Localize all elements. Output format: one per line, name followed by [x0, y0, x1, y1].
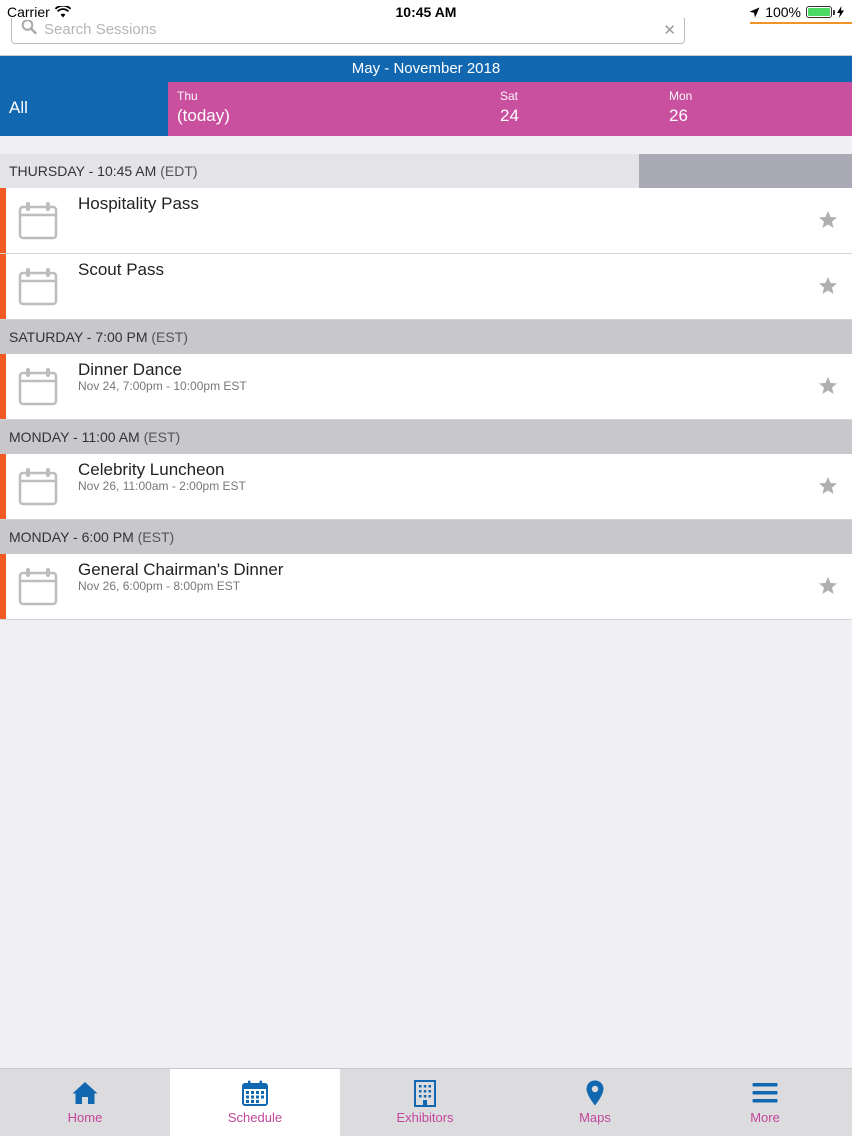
section-timezone: (EDT)	[160, 163, 198, 179]
charging-bolt-icon	[837, 6, 844, 18]
day-name: Sat	[500, 89, 519, 103]
building-icon	[414, 1080, 436, 1107]
calendar-icon	[18, 268, 58, 306]
session-title: Scout Pass	[78, 260, 164, 279]
tab-maps[interactable]: Maps	[510, 1069, 680, 1136]
tab-label: Schedule	[227, 1110, 283, 1125]
calendar-icon	[18, 568, 58, 606]
tab-label: Exhibitors	[396, 1110, 454, 1125]
favorite-star-icon[interactable]	[818, 576, 838, 596]
section-header: THURSDAY - 10:45 AM (EDT)	[0, 154, 852, 188]
tab-exhibitors[interactable]: Exhibitors	[340, 1069, 510, 1136]
session-list: THURSDAY - 10:45 AM (EDT) Hospitality Pa…	[0, 154, 852, 620]
day-number: 26	[669, 106, 688, 125]
session-title: General Chairman's Dinner	[78, 560, 284, 579]
tab-bar: Home Schedule Exhibitors Maps More	[0, 1068, 852, 1136]
session-row[interactable]: Scout Pass	[0, 254, 852, 320]
favorite-star-icon[interactable]	[818, 276, 838, 296]
session-row[interactable]: Dinner Dance Nov 24, 7:00pm - 10:00pm ES…	[0, 354, 852, 420]
day-tab-thu[interactable]: Thu (today)	[177, 89, 230, 126]
search-box[interactable]: ✕	[11, 18, 685, 44]
date-header: May - November 2018 All Thu (today) Sat …	[0, 56, 852, 136]
session-time: Nov 26, 6:00pm - 8:00pm EST	[78, 579, 241, 593]
session-title: Celebrity Luncheon	[78, 460, 225, 479]
tab-label: More	[750, 1110, 780, 1125]
session-title: Hospitality Pass	[78, 194, 199, 213]
section-header: MONDAY - 11:00 AM (EST)	[0, 420, 852, 454]
calendar-icon	[18, 468, 58, 506]
session-row[interactable]: Hospitality Pass	[0, 188, 852, 254]
day-number: 24	[500, 106, 519, 125]
day-number: (today)	[177, 106, 230, 125]
calendar-icon	[18, 368, 58, 406]
section-header: MONDAY - 6:00 PM (EST)	[0, 520, 852, 554]
session-accent	[0, 554, 6, 619]
battery-percent: 100%	[765, 4, 801, 20]
day-tab-sat[interactable]: Sat 24	[500, 89, 519, 126]
battery-fill	[808, 8, 830, 16]
session-accent	[0, 454, 6, 519]
day-name: Thu	[177, 89, 198, 103]
map-pin-icon	[586, 1080, 604, 1106]
session-accent	[0, 188, 6, 253]
tab-label: Maps	[579, 1110, 611, 1125]
day-name: Mon	[669, 89, 693, 103]
favorite-star-icon[interactable]	[818, 210, 838, 230]
tab-home[interactable]: Home	[0, 1069, 170, 1136]
session-row[interactable]: General Chairman's Dinner Nov 26, 6:00pm…	[0, 554, 852, 620]
section-timezone: (EST)	[137, 529, 175, 545]
search-input[interactable]	[44, 21, 644, 38]
location-arrow-icon	[749, 7, 760, 17]
session-row[interactable]: Celebrity Luncheon Nov 26, 11:00am - 2:0…	[0, 454, 852, 520]
section-day-time: MONDAY - 6:00 PM	[9, 529, 134, 545]
date-range: May - November 2018	[351, 60, 501, 77]
section-timezone: (EST)	[151, 329, 188, 345]
search-area: ✕	[0, 18, 852, 56]
session-time: Nov 26, 11:00am - 2:00pm EST	[78, 479, 246, 493]
section-day-time: SATURDAY - 7:00 PM	[9, 329, 148, 345]
status-right: 100%	[749, 4, 844, 20]
search-icon	[21, 20, 37, 35]
favorite-star-icon[interactable]	[818, 476, 838, 496]
section-day-time: THURSDAY - 10:45 AM	[9, 163, 157, 179]
section-timezone: (EST)	[143, 429, 181, 445]
favorite-star-icon[interactable]	[818, 376, 838, 396]
day-tab-mon[interactable]: Mon 26	[669, 89, 692, 126]
session-title: Dinner Dance	[78, 360, 182, 379]
session-time: Nov 24, 7:00pm - 10:00pm EST	[78, 379, 247, 393]
filter-all-tab[interactable]: All	[9, 98, 28, 118]
calendar-icon	[242, 1080, 268, 1106]
clear-search-icon[interactable]: ✕	[663, 21, 676, 39]
section-day-time: MONDAY - 11:00 AM	[9, 429, 140, 445]
days-bar: Thu (today) Sat 24 Mon 26	[168, 82, 852, 136]
section-header: SATURDAY - 7:00 PM (EST)	[0, 320, 852, 354]
current-time-indicator	[639, 154, 852, 188]
tab-more[interactable]: More	[680, 1069, 850, 1136]
battery-icon	[806, 6, 835, 18]
tab-label: Home	[67, 1110, 103, 1125]
menu-icon	[752, 1083, 778, 1103]
calendar-icon	[18, 202, 58, 240]
home-icon	[72, 1082, 98, 1104]
session-accent	[0, 254, 6, 319]
session-accent	[0, 354, 6, 419]
tab-schedule[interactable]: Schedule	[170, 1069, 340, 1136]
